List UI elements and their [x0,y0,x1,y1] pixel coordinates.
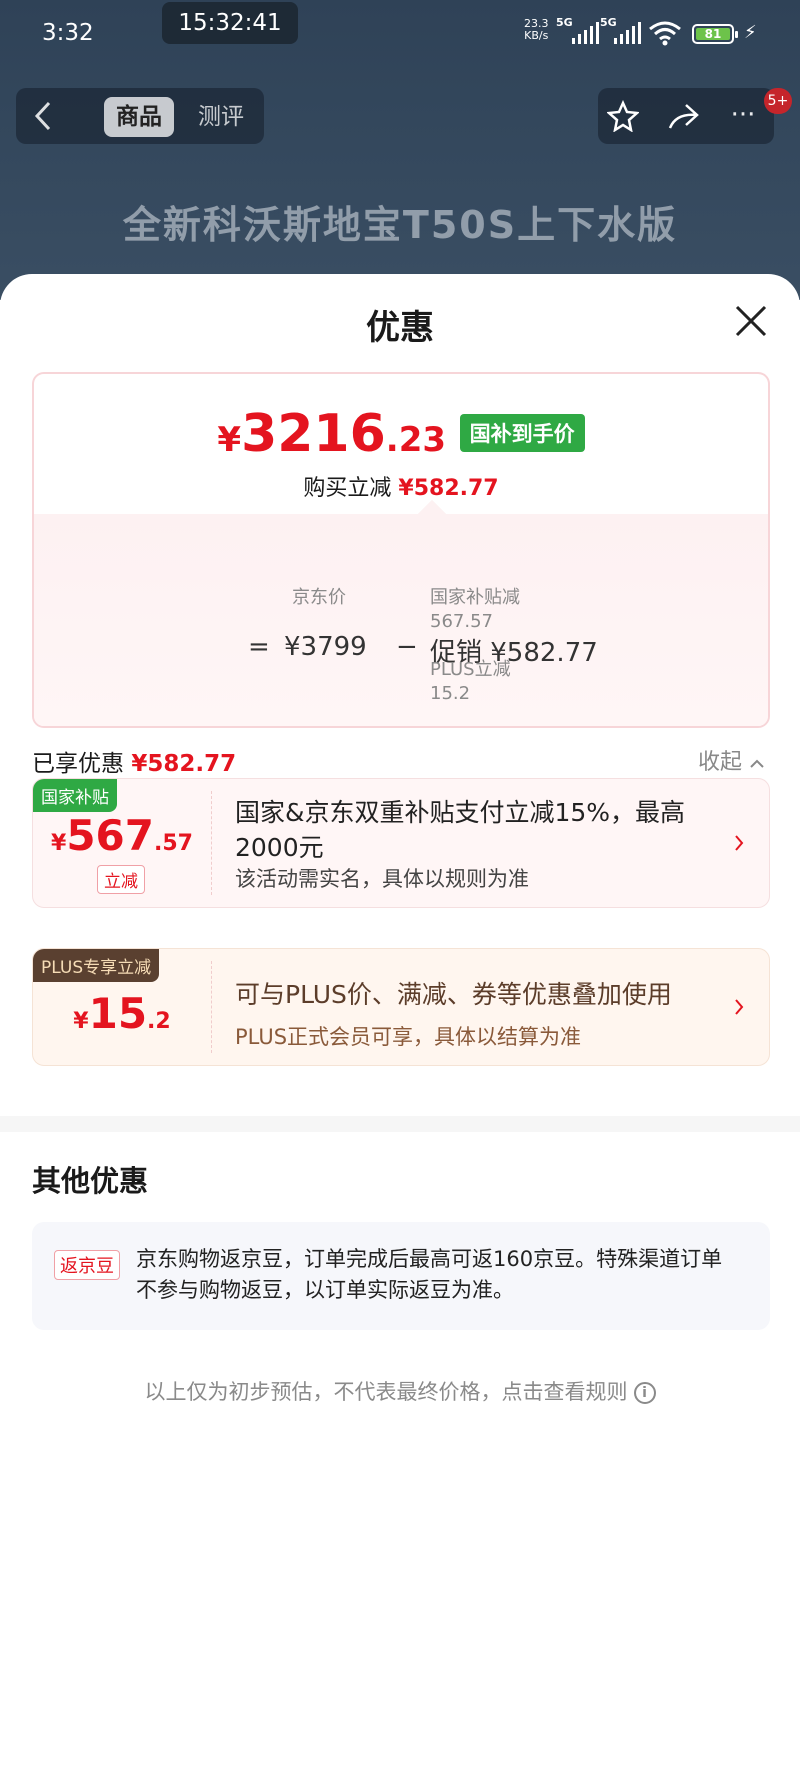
final-price-symbol: ¥ [217,420,242,460]
clock: 3:32 [42,20,94,46]
share-icon [668,104,699,129]
rebate-text: 京东购物返京豆，订单完成后最高可返160京豆。特殊渠道订单不参与购物返豆，以订单… [136,1247,723,1302]
jd-bean-rebate: 返京豆 京东购物返京豆，订单完成后最高可返160京豆。特殊渠道订单不参与购物返豆… [32,1222,770,1330]
promo-item-plus: PLUS立减 15.2 [430,658,511,706]
save-label: 购买立减 [303,476,392,501]
enjoyed-discount: 已享优惠 ¥582.77 [32,744,236,778]
more-icon: ··· [730,100,756,130]
tab-review[interactable]: 测评 [186,97,256,137]
promo-item-label: 国家补贴减 [430,587,520,608]
favorite-button[interactable] [606,99,640,134]
enjoyed-amount: ¥582.77 [131,751,237,777]
save-row: 购买立减 ¥582.77 [34,470,768,502]
promo-item-value: 567.57 [430,611,493,632]
price-breakdown-bg [34,514,768,726]
card-amount-area: PLUS专享立减 ¥15.2 [33,949,211,1065]
minus-sign: − [396,632,418,662]
sheet-title: 优惠 [366,308,434,348]
save-amount: ¥582.77 [398,476,499,501]
rebate-tag: 返京豆 [54,1250,120,1280]
plus-discount-card[interactable]: PLUS专享立减 ¥15.2 可与PLUS价、满减、券等优惠叠加使用 PLUS正… [32,948,770,1066]
card-divider [211,961,212,1053]
signal-icon-2 [614,22,641,44]
card-amount: ¥15.2 [33,989,211,1038]
card-amount-symbol: ¥ [73,1009,89,1034]
jd-price-label: 京东价 [292,587,346,608]
signal-icon [572,22,599,44]
card-subtitle: 该活动需实名，具体以规则为准 [235,867,529,891]
equals-sign: = [248,632,270,662]
info-icon: i [633,1382,656,1404]
battery-level: 81 [696,28,730,40]
status-bar: 3:32 15:32:41 23.3 KB/s 5G 5G 81 ⚡ [0,0,800,62]
chevron-right-icon [735,999,744,1015]
collapse-label: 收起 [698,750,743,775]
enjoyed-label: 已享优惠 [32,751,124,777]
jd-price: ¥3799 [284,632,367,662]
promo-item-label: PLUS立减 [430,659,511,680]
final-price-tag: 国补到手价 [459,414,585,452]
card-amount-symbol: ¥ [51,831,67,856]
card-divider [211,791,212,895]
card-amount-area: 国家补贴 ¥567.57 立减 [33,779,211,907]
back-button[interactable] [18,100,68,132]
card-amount: ¥567.57 [33,811,211,860]
final-price: ¥3216.23 国补到手价 [34,404,768,464]
national-subsidy-card[interactable]: 国家补贴 ¥567.57 立减 国家&京东双重补贴支付立减15%，最高2000元… [32,778,770,908]
discount-sheet: 优惠 ¥3216.23 国补到手价 购买立减 ¥582.77 = ¥3799 −… [0,274,800,1777]
final-price-dec: .23 [385,420,447,460]
net-speed-unit: KB/s [524,29,549,42]
battery-icon: 81 [692,24,738,44]
tab-product[interactable]: 商品 [104,97,174,137]
share-button[interactable] [666,100,700,134]
rules-link[interactable]: 以上仅为初步预估，不代表最终价格，点击查看规则 i [0,1376,800,1406]
star-icon [606,99,640,133]
collapse-button[interactable]: 收起 [698,744,765,776]
network-type-1: 5G [556,16,573,29]
banner-title: 全新科沃斯地宝T50S上下水版 [122,203,678,247]
back-icon [34,101,51,131]
chevron-right-icon [735,835,744,851]
disclaimer-text: 以上仅为初步预估，不代表最终价格，点击查看规则 [144,1380,628,1404]
card-tag: PLUS专享立减 [33,949,160,982]
final-price-int: 3216 [241,404,386,464]
card-tag: 国家补贴 [33,779,117,812]
card-amount-dec: .2 [147,1009,171,1034]
notification-badge: 5+ [764,88,792,114]
screen-record-timer: 15:32:41 [162,2,298,44]
chevron-up-icon [750,759,764,768]
close-button[interactable] [734,304,768,338]
card-badge: 立减 [97,865,145,894]
wifi-icon [649,21,681,46]
card-amount-int: 567 [66,811,154,860]
promo-item-value: 15.2 [430,683,471,704]
close-icon [735,305,767,337]
other-discounts-title: 其他优惠 [32,1164,149,1198]
price-summary: ¥3216.23 国补到手价 购买立减 ¥582.77 = ¥3799 − 促销… [32,372,770,728]
product-page-background: 3:32 15:32:41 23.3 KB/s 5G 5G 81 ⚡ 商品 测评 … [0,0,800,300]
card-subtitle: PLUS正式会员可享，具体以结算为准 [235,1025,582,1049]
more-button[interactable]: ··· [726,100,760,134]
card-title: 可与PLUS价、满减、券等优惠叠加使用 [235,980,672,1009]
promo-item-national: 国家补贴减 567.57 [430,586,520,634]
charging-icon: ⚡ [744,22,757,43]
card-amount-dec: .57 [154,831,193,856]
net-speed: 23.3 KB/s [524,18,549,42]
card-title: 国家&京东双重补贴支付立减15%，最高2000元 [235,798,686,862]
card-amount-int: 15 [88,989,148,1038]
section-divider [0,1116,800,1132]
